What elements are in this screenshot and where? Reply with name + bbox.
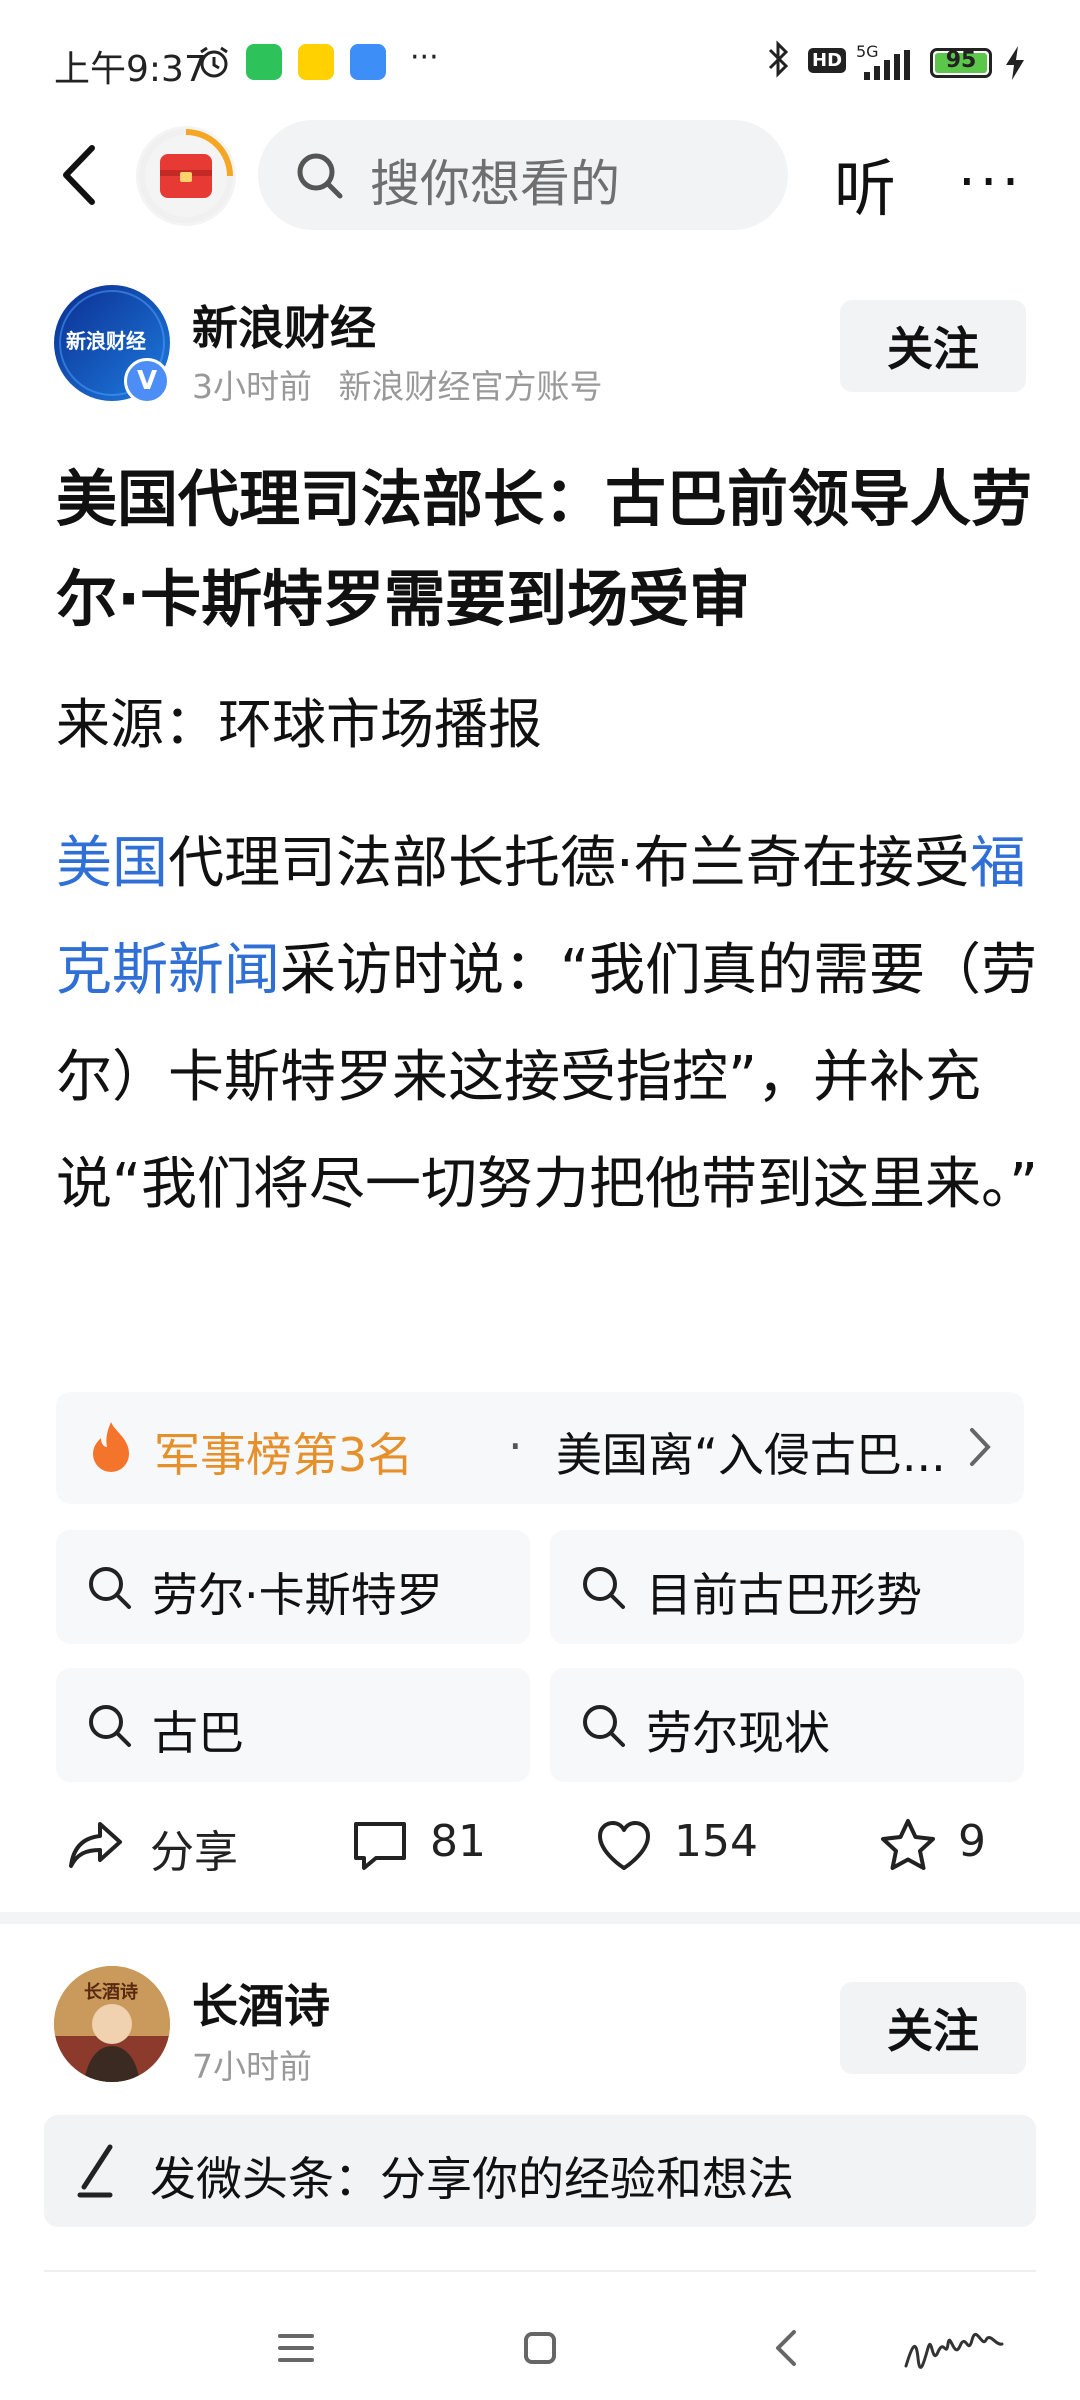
article-source: 来源：环球市场播报 bbox=[56, 693, 542, 756]
share-label: 分享 bbox=[150, 1827, 238, 1878]
chevron-right-icon bbox=[970, 1428, 991, 1466]
author-meta: 3小时前 新浪财经官方账号 bbox=[192, 360, 603, 408]
wechat-icon bbox=[246, 44, 282, 80]
favorite-count: 9 bbox=[958, 1816, 986, 1867]
listen-button[interactable]: 听 bbox=[834, 138, 896, 228]
battery-level: 95 bbox=[945, 48, 977, 73]
more-menu-button[interactable]: ··· bbox=[958, 150, 1023, 215]
like-count: 154 bbox=[674, 1816, 758, 1867]
article-body: 美国代理司法部长托德·布兰奇在接受福克斯新闻采访时说：“我们真的需要（劳尔）卡斯… bbox=[56, 810, 1041, 1238]
fire-icon bbox=[93, 1422, 129, 1472]
pen-icon bbox=[77, 2144, 113, 2198]
recent-apps-icon[interactable] bbox=[266, 2318, 326, 2378]
hot-rank-separator: · bbox=[508, 1419, 523, 1473]
watermark-signature-icon bbox=[904, 2332, 1004, 2369]
home-icon[interactable] bbox=[510, 2318, 570, 2378]
entity-link-usa[interactable]: 美国 bbox=[56, 831, 168, 896]
comment-icon bbox=[354, 1822, 406, 1870]
bottom-divider bbox=[44, 2270, 1036, 2272]
related-search-chip[interactable]: 劳尔现状 bbox=[550, 1668, 1024, 1782]
compose-post-bar[interactable]: 发微头条：分享你的经验和想法 bbox=[44, 2115, 1036, 2227]
status-time: 上午9:37 bbox=[54, 49, 207, 90]
author-avatar-text: 新浪财经 bbox=[66, 329, 146, 353]
commenter-avatar[interactable]: 长酒诗 bbox=[54, 1966, 170, 2082]
related-search-chip[interactable]: 劳尔·卡斯特罗 bbox=[56, 1530, 530, 1644]
search-placeholder: 搜你想看的 bbox=[370, 155, 620, 213]
article-title: 美国代理司法部长：古巴前领导人劳尔·卡斯特罗需要到场受审 bbox=[56, 464, 1033, 635]
back-button[interactable] bbox=[48, 140, 118, 210]
compose-placeholder: 发微头条：分享你的经验和想法 bbox=[150, 2152, 794, 2206]
status-bar: 上午9:37 ··· HD 5G 95 bbox=[0, 0, 1080, 130]
search-icon bbox=[89, 1567, 131, 1609]
author-header: 新浪财经 V 新浪财经 3小时前 新浪财经官方账号 关注 bbox=[0, 280, 1080, 420]
hot-rank-label: 军事榜第3名 bbox=[154, 1428, 414, 1482]
commenter-name[interactable]: 长酒诗 bbox=[192, 1970, 330, 2036]
commenter-avatar-text: 长酒诗 bbox=[84, 1982, 138, 2003]
meituan-icon bbox=[298, 44, 334, 80]
related-search-label: 劳尔·卡斯特罗 bbox=[152, 1568, 443, 1622]
comment-item: 长酒诗 长酒诗 7小时前 关注 bbox=[0, 1960, 1080, 2100]
related-search-label: 目前古巴形势 bbox=[646, 1568, 922, 1622]
like-button[interactable]: 154 bbox=[594, 1810, 764, 1880]
account-type: 新浪财经官方账号 bbox=[338, 367, 603, 406]
share-button[interactable]: 分享 bbox=[66, 1810, 266, 1880]
related-search-chip[interactable]: 目前古巴形势 bbox=[550, 1530, 1024, 1644]
comment-time: 7小时前 bbox=[192, 2047, 312, 2086]
body-text-1: 代理司法部长托德·布兰奇在接受 bbox=[168, 831, 970, 896]
charging-icon bbox=[1004, 46, 1026, 88]
alarm-icon bbox=[196, 44, 232, 80]
follow-commenter-button[interactable]: 关注 bbox=[840, 1982, 1026, 2074]
publish-time: 3小时前 bbox=[192, 367, 312, 406]
star-icon bbox=[881, 1819, 935, 1870]
battery-indicator: 95 bbox=[930, 48, 992, 78]
article-action-bar: 分享 81 154 9 bbox=[0, 1790, 1080, 1900]
follow-button[interactable]: 关注 bbox=[840, 300, 1026, 392]
comment-button[interactable]: 81 bbox=[350, 1810, 500, 1880]
more-notifications-icon: ··· bbox=[410, 40, 439, 75]
app-notification-icon bbox=[350, 44, 386, 80]
hot-rank-banner[interactable]: 军事榜第3名 · 美国离“入侵古巴... bbox=[56, 1392, 1024, 1504]
top-navigation: 搜你想看的 听 ··· bbox=[0, 120, 1080, 230]
system-back-icon[interactable] bbox=[758, 2318, 818, 2378]
related-search-chip[interactable]: 古巴 bbox=[56, 1668, 530, 1782]
author-name[interactable]: 新浪财经 bbox=[192, 292, 376, 358]
toutiao-logo-icon[interactable] bbox=[136, 126, 236, 226]
favorite-button[interactable]: 9 bbox=[878, 1810, 1018, 1880]
signal-icon bbox=[860, 50, 920, 90]
verified-badge: V bbox=[124, 358, 170, 404]
related-search-label: 古巴 bbox=[152, 1706, 244, 1760]
share-icon bbox=[69, 1822, 122, 1868]
section-divider bbox=[0, 1912, 1080, 1924]
search-icon bbox=[583, 1567, 625, 1609]
hot-rank-topic: 美国离“入侵古巴... bbox=[556, 1428, 946, 1482]
related-search-label: 劳尔现状 bbox=[646, 1706, 830, 1760]
heart-icon bbox=[598, 1821, 650, 1870]
hd-badge: HD bbox=[808, 48, 847, 73]
search-icon bbox=[89, 1705, 131, 1747]
bluetooth-icon bbox=[766, 40, 792, 86]
system-navigation-bar bbox=[0, 2290, 1080, 2400]
comment-count: 81 bbox=[430, 1816, 486, 1867]
search-icon bbox=[583, 1705, 625, 1747]
search-icon bbox=[297, 153, 343, 199]
search-input[interactable]: 搜你想看的 bbox=[258, 120, 788, 230]
